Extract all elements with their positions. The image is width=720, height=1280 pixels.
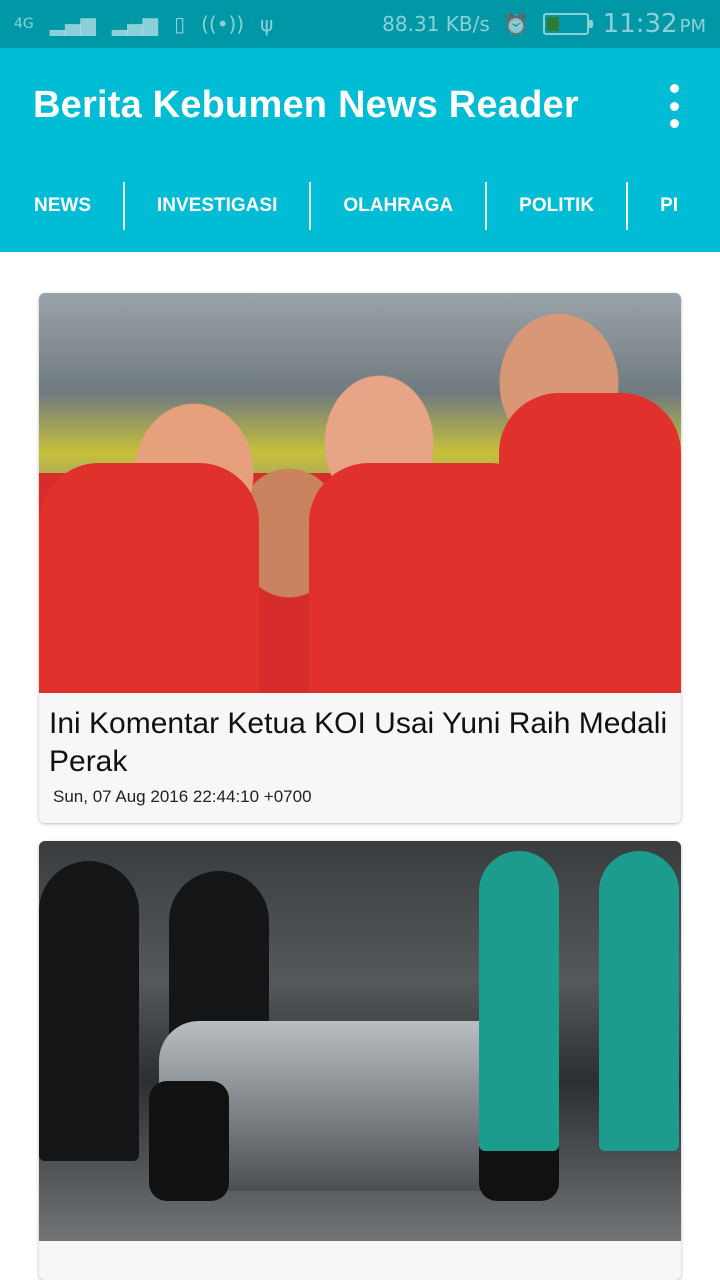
app-title: Berita Kebumen News Reader — [33, 84, 579, 126]
status-bar: 4G ▂▄▆ ▂▄▆ ▯ ((•)) ψ 88.31 KB/s ⏰ 11:32 P… — [0, 0, 720, 48]
article-card[interactable]: Ini Komentar Ketua KOI Usai Yuni Raih Me… — [39, 293, 681, 823]
article-card[interactable] — [39, 841, 681, 1280]
article-image — [39, 841, 681, 1241]
battery-icon — [542, 13, 593, 35]
more-vert-icon[interactable] — [658, 84, 690, 128]
tab-news[interactable]: NEWS — [30, 182, 125, 230]
category-tabs: NEWS INVESTIGASI OLAHRAGA POLITIK PI — [30, 182, 690, 230]
article-list: Ini Komentar Ketua KOI Usai Yuni Raih Me… — [0, 252, 720, 1280]
tab-investigasi[interactable]: INVESTIGASI — [125, 182, 312, 230]
article-title: Ini Komentar Ketua KOI Usai Yuni Raih Me… — [49, 707, 668, 778]
tab-olahraga[interactable]: OLAHRAGA — [311, 182, 488, 230]
net-speed: 88.31 KB/s — [382, 12, 490, 36]
app-bar: Berita Kebumen News Reader NEWS INVESTIG… — [0, 48, 720, 252]
vibrate-icon: ▯ — [174, 12, 186, 36]
clock-time: 11:32 — [602, 9, 678, 39]
tab-politik[interactable]: POLITIK — [487, 182, 629, 230]
network-type-label: 4G — [14, 16, 34, 32]
usb-icon: ψ — [260, 12, 274, 36]
signal-1-icon: ▂▄▆ — [49, 12, 96, 36]
clock-ampm: PM — [679, 16, 706, 37]
article-date: Sun, 07 Aug 2016 22:44:10 +0700 — [53, 787, 312, 806]
hotspot-icon: ((•)) — [201, 12, 245, 36]
alarm-icon: ⏰ — [503, 12, 529, 36]
article-image — [39, 293, 681, 693]
signal-2-icon: ▂▄▆ — [111, 12, 159, 36]
tab-partial[interactable]: PI — [628, 182, 678, 230]
